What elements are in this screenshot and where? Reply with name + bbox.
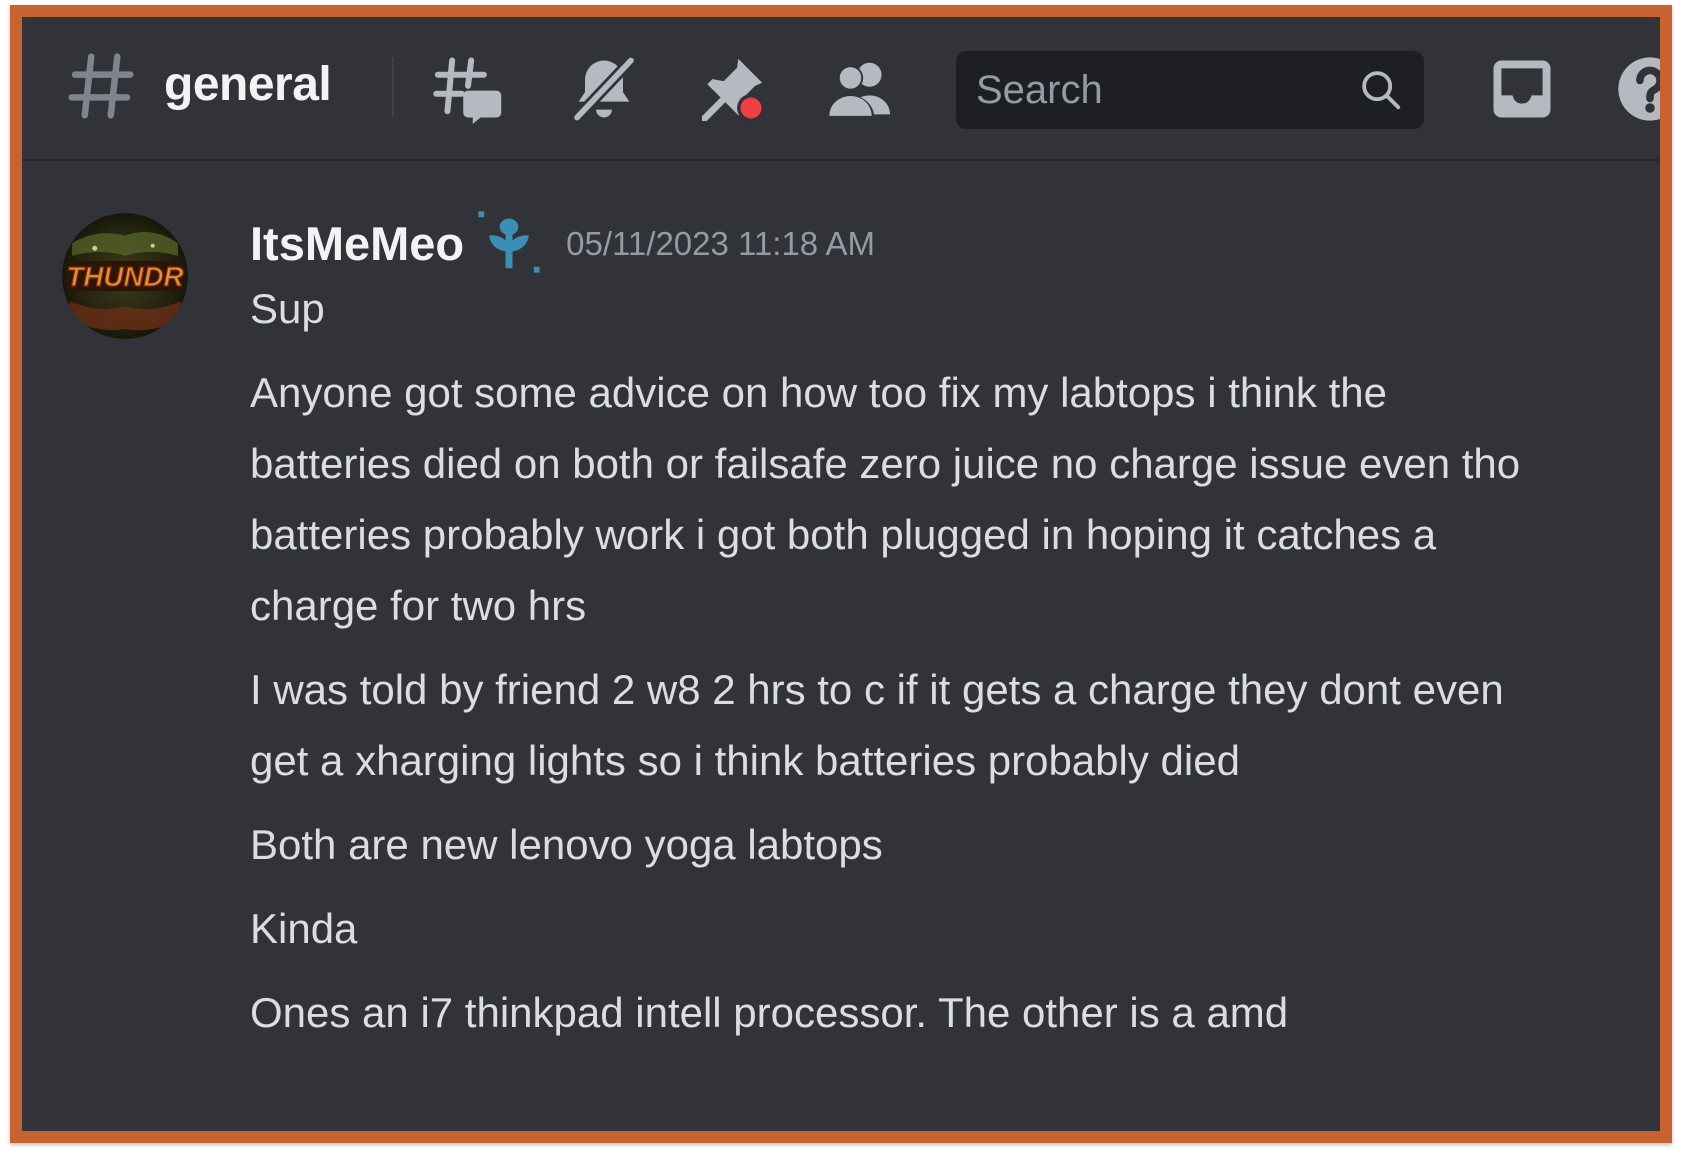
- message-content: Sup Anyone got some advice on how too fi…: [250, 273, 1540, 1061]
- message-header: ItsMeMeo 05/11/2023 11:18 AM: [250, 211, 875, 275]
- member-list-icon[interactable]: [822, 51, 898, 127]
- channel-header: general: [22, 17, 1660, 161]
- timestamp: 05/11/2023 11:18 AM: [566, 225, 875, 262]
- search-input[interactable]: [956, 51, 1336, 129]
- threads-icon[interactable]: [430, 51, 506, 127]
- hash-icon: [62, 47, 140, 125]
- header-divider: [392, 57, 394, 117]
- message-line: Anyone got some advice on how too fix my…: [250, 369, 1532, 629]
- pinned-messages-icon[interactable]: [694, 51, 770, 127]
- message-line: Both are new lenovo yoga labtops: [250, 821, 883, 868]
- username[interactable]: ItsMeMeo: [250, 212, 464, 276]
- message-line: Ones an i7 thinkpad intell processor. Th…: [250, 989, 1289, 1036]
- avatar[interactable]: THUNDR: [62, 213, 188, 339]
- badge-icon[interactable]: [474, 207, 544, 277]
- chat-message: THUNDR ItsMeMeo 05/11/2023 11:18 AM Sup …: [22, 161, 1660, 1131]
- message-line: Sup: [250, 285, 325, 332]
- svg-text:THUNDR: THUNDR: [66, 261, 183, 292]
- search-box[interactable]: [956, 51, 1424, 129]
- search-icon[interactable]: [1358, 67, 1404, 113]
- message-line: I was told by friend 2 w8 2 hrs to c if …: [250, 666, 1516, 784]
- channel-name: general: [164, 58, 332, 111]
- inbox-icon[interactable]: [1484, 51, 1560, 127]
- help-icon[interactable]: [1612, 51, 1660, 127]
- mute-notifications-icon[interactable]: [566, 51, 642, 127]
- app-window: general Search THUNDR ItsMeMeo 05/11/202…: [10, 5, 1672, 1143]
- message-line: Kinda: [250, 905, 358, 952]
